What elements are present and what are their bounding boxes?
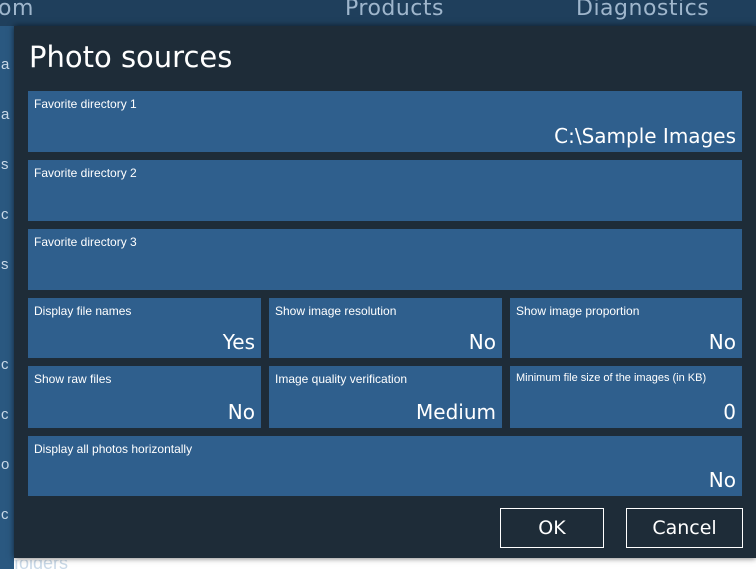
- background-sidebar-letter: c: [1, 206, 9, 223]
- display-horizontally-setting[interactable]: Display all photos horizontally No: [28, 436, 742, 496]
- background-sidebar-letter: c: [1, 406, 9, 423]
- background-sidebar-letter: c: [1, 356, 9, 373]
- background-sidebar-letter: s: [1, 156, 9, 173]
- image-quality-verification-label: Image quality verification: [275, 372, 408, 386]
- favorite-directory-2-label: Favorite directory 2: [34, 166, 137, 180]
- show-raw-files-label: Show raw files: [34, 372, 112, 386]
- show-image-proportion-value: No: [708, 330, 736, 354]
- show-raw-files-value: No: [227, 400, 255, 424]
- show-image-proportion-setting[interactable]: Show image proportion No: [510, 298, 742, 358]
- favorite-directory-1-label: Favorite directory 1: [34, 97, 137, 111]
- background-nav-bar: om Products Diagnostics: [0, 0, 756, 26]
- dialog-title: Photo sources: [29, 40, 233, 74]
- show-image-proportion-label: Show image proportion: [516, 304, 640, 318]
- background-sidebar: a a s c s c c o c: [0, 26, 14, 569]
- background-sidebar-letter: c: [1, 506, 9, 523]
- background-nav-item[interactable]: om: [0, 0, 34, 21]
- display-horizontally-label: Display all photos horizontally: [34, 442, 193, 456]
- background-sidebar-letter: o: [1, 456, 10, 473]
- show-raw-files-setting[interactable]: Show raw files No: [28, 366, 261, 428]
- favorite-directory-1-field[interactable]: Favorite directory 1 C:\Sample Images: [28, 91, 742, 152]
- minimum-file-size-setting[interactable]: Minimum file size of the images (in KB) …: [510, 366, 742, 428]
- favorite-directory-3-field[interactable]: Favorite directory 3: [28, 229, 742, 290]
- display-file-names-setting[interactable]: Display file names Yes: [28, 298, 261, 358]
- display-horizontally-value: No: [708, 468, 736, 492]
- cancel-button[interactable]: Cancel: [626, 508, 743, 548]
- display-file-names-label: Display file names: [34, 304, 132, 318]
- favorite-directory-1-value: C:\Sample Images: [554, 124, 736, 148]
- background-nav-item[interactable]: Diagnostics: [576, 0, 709, 21]
- minimum-file-size-label: Minimum file size of the images (in KB): [516, 372, 707, 384]
- image-quality-verification-value: Medium: [416, 400, 496, 424]
- photo-sources-dialog: Photo sources Favorite directory 1 C:\Sa…: [14, 26, 756, 558]
- show-image-resolution-value: No: [468, 330, 496, 354]
- minimum-file-size-value: 0: [723, 400, 736, 424]
- background-sidebar-letter: a: [1, 106, 10, 123]
- background-sidebar-letter: s: [1, 256, 9, 273]
- favorite-directory-3-label: Favorite directory 3: [34, 235, 137, 249]
- display-file-names-value: Yes: [222, 330, 255, 354]
- image-quality-verification-setting[interactable]: Image quality verification Medium: [269, 366, 502, 428]
- background-nav-item[interactable]: Products: [345, 0, 444, 21]
- show-image-resolution-setting[interactable]: Show image resolution No: [269, 298, 502, 358]
- favorite-directory-2-field[interactable]: Favorite directory 2: [28, 160, 742, 221]
- background-sidebar-letter: a: [1, 56, 10, 73]
- show-image-resolution-label: Show image resolution: [275, 304, 397, 318]
- background-folders-label: folders: [14, 560, 114, 569]
- ok-button[interactable]: OK: [500, 508, 604, 548]
